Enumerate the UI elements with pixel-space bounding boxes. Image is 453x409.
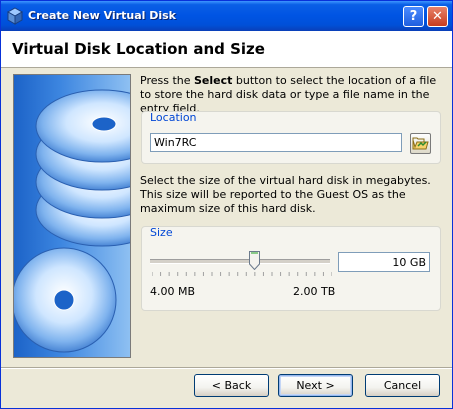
size-instruction: Select the size of the virtual hard disk… xyxy=(140,174,431,215)
title-bar[interactable]: Create New Virtual Disk ? ✕ xyxy=(1,1,452,31)
cancel-button[interactable]: Cancel xyxy=(365,374,440,397)
window-title: Create New Virtual Disk xyxy=(28,9,176,22)
browse-button[interactable] xyxy=(410,133,431,154)
location-instruction: Press the Select button to select the lo… xyxy=(140,74,437,115)
slider-thumb[interactable] xyxy=(248,251,260,270)
folder-open-icon xyxy=(412,137,429,150)
footer-divider xyxy=(1,367,452,369)
size-max-label: 2.00 TB xyxy=(293,285,336,298)
size-label: Size xyxy=(150,226,173,239)
size-group: Size xyxy=(141,226,441,311)
virtualbox-cube-icon xyxy=(6,7,24,25)
location-input[interactable] xyxy=(150,133,402,152)
help-button[interactable]: ? xyxy=(403,6,424,27)
stacked-disks-illustration xyxy=(13,74,131,358)
page-title: Virtual Disk Location and Size xyxy=(12,40,265,58)
close-button[interactable]: ✕ xyxy=(427,6,448,27)
size-slider[interactable] xyxy=(150,259,330,264)
size-min-label: 4.00 MB xyxy=(150,285,196,298)
location-label: Location xyxy=(150,111,197,124)
size-input[interactable] xyxy=(338,252,430,272)
slider-ticks xyxy=(152,272,332,276)
next-button[interactable]: Next > xyxy=(278,374,353,397)
dialog-window: Create New Virtual Disk ? ✕ Virtual Disk… xyxy=(0,0,453,409)
wizard-header: Virtual Disk Location and Size xyxy=(1,31,452,68)
back-button[interactable]: < Back xyxy=(194,374,269,397)
location-group: Location xyxy=(141,111,441,164)
